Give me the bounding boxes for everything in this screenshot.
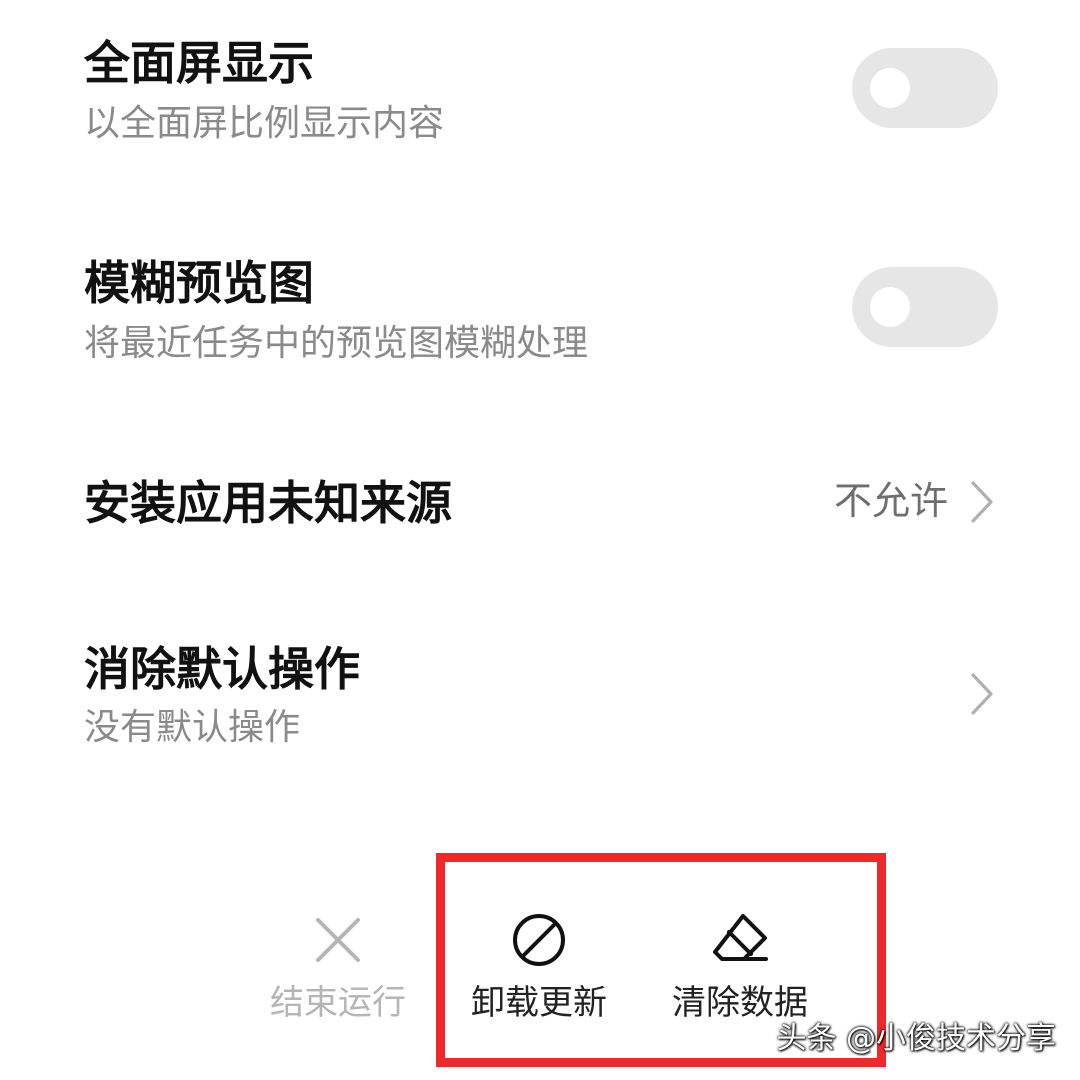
setting-title: 消除默认操作 [84,642,360,696]
setting-title: 模糊预览图 [84,256,314,310]
setting-blur-preview[interactable]: 模糊预览图 将最近任务中的预览图模糊处理 [84,220,998,420]
eraser-icon [713,914,768,961]
toggle-knob [870,68,910,108]
watermark-text: 头条 @小俊技术分享 [776,1021,1056,1056]
toggle-knob [870,287,910,327]
setting-full-screen-display[interactable]: 全面屏显示 以全面屏比例显示内容 [84,0,998,200]
setting-subtitle: 没有默认操作 [84,707,301,748]
setting-value: 不允许 [833,479,948,523]
setting-subtitle: 以全面屏比例显示内容 [84,103,445,144]
chevron-right-icon [971,673,993,715]
stop-label: 结束运行 [270,983,406,1023]
clear-data-label: 清除数据 [672,983,808,1023]
setting-title: 安装应用未知来源 [84,476,452,530]
clear-data-button[interactable]: 清除数据 [640,910,840,1030]
uninstall-updates-label: 卸载更新 [471,983,607,1023]
setting-subtitle: 将最近任务中的预览图模糊处理 [84,323,589,364]
full-screen-toggle[interactable] [852,48,998,128]
setting-title: 全面屏显示 [84,36,314,90]
blur-preview-toggle[interactable] [852,267,998,347]
setting-install-unknown-sources[interactable]: 安装应用未知来源 不允许 [84,440,996,570]
bottom-action-bar: 结束运行 卸载更新 清除数据 [0,880,1080,1040]
chevron-right-icon [971,481,993,523]
close-icon [316,918,360,962]
prohibited-icon [513,914,565,966]
stop-button[interactable]: 结束运行 [238,910,438,1030]
setting-clear-defaults[interactable]: 消除默认操作 没有默认操作 [84,610,996,780]
uninstall-updates-button[interactable]: 卸载更新 [439,910,639,1030]
